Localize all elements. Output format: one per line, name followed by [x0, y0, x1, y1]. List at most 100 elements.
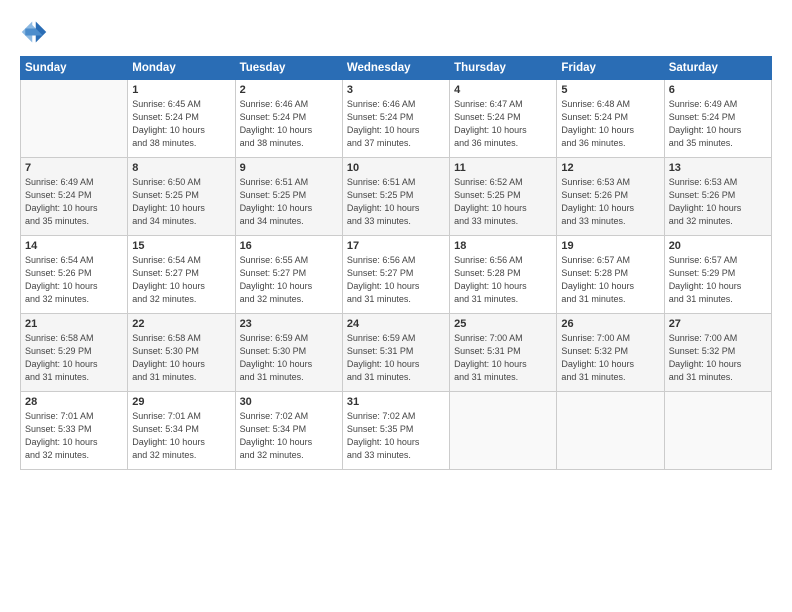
calendar-cell: 21 Sunrise: 6:58 AM Sunset: 5:29 PM Dayli… — [21, 314, 128, 392]
day-info: Sunrise: 6:54 AM Sunset: 5:27 PM Dayligh… — [132, 254, 230, 306]
week-row-3: 14 Sunrise: 6:54 AM Sunset: 5:26 PM Dayli… — [21, 236, 772, 314]
calendar-cell: 2 Sunrise: 6:46 AM Sunset: 5:24 PM Daylig… — [235, 80, 342, 158]
calendar-cell: 4 Sunrise: 6:47 AM Sunset: 5:24 PM Daylig… — [450, 80, 557, 158]
day-number: 27 — [669, 318, 767, 330]
day-number: 25 — [454, 318, 552, 330]
calendar-cell: 19Sunrise: 6:57 AM Sunset: 5:28 PM Dayli… — [557, 236, 664, 314]
calendar-cell — [21, 80, 128, 158]
week-row-1: 1 Sunrise: 6:45 AM Sunset: 5:24 PM Daylig… — [21, 80, 772, 158]
calendar-cell — [664, 392, 771, 470]
header — [20, 18, 772, 46]
day-info: Sunrise: 6:47 AM Sunset: 5:24 PM Dayligh… — [454, 98, 552, 150]
calendar-cell: 26 Sunrise: 7:00 AM Sunset: 5:32 PM Dayli… — [557, 314, 664, 392]
day-info: Sunrise: 6:55 AM Sunset: 5:27 PM Dayligh… — [240, 254, 338, 306]
day-number: 11 — [454, 162, 552, 174]
day-number: 5 — [561, 84, 659, 96]
day-info: Sunrise: 6:54 AM Sunset: 5:26 PM Dayligh… — [25, 254, 123, 306]
week-row-4: 21 Sunrise: 6:58 AM Sunset: 5:29 PM Dayli… — [21, 314, 772, 392]
day-info: Sunrise: 7:00 AM Sunset: 5:32 PM Dayligh… — [561, 332, 659, 384]
day-number: 18 — [454, 240, 552, 252]
day-info: Sunrise: 6:49 AM Sunset: 5:24 PM Dayligh… — [25, 176, 123, 228]
calendar-table: SundayMondayTuesdayWednesdayThursdayFrid… — [20, 56, 772, 470]
calendar-cell: 3Sunrise: 6:46 AM Sunset: 5:24 PM Daylig… — [342, 80, 449, 158]
day-number: 24 — [347, 318, 445, 330]
day-number: 23 — [240, 318, 338, 330]
day-info: Sunrise: 6:51 AM Sunset: 5:25 PM Dayligh… — [347, 176, 445, 228]
day-info: Sunrise: 6:51 AM Sunset: 5:25 PM Dayligh… — [240, 176, 338, 228]
calendar-cell: 1 Sunrise: 6:45 AM Sunset: 5:24 PM Daylig… — [128, 80, 235, 158]
day-info: Sunrise: 6:59 AM Sunset: 5:30 PM Dayligh… — [240, 332, 338, 384]
day-number: 30 — [240, 396, 338, 408]
weekday-header-monday: Monday — [128, 57, 235, 80]
day-number: 20 — [669, 240, 767, 252]
day-number: 7 — [25, 162, 123, 174]
calendar-cell: 5 Sunrise: 6:48 AM Sunset: 5:24 PM Daylig… — [557, 80, 664, 158]
weekday-header-thursday: Thursday — [450, 57, 557, 80]
calendar-cell — [557, 392, 664, 470]
day-number: 19 — [561, 240, 659, 252]
calendar-cell: 31 Sunrise: 7:02 AM Sunset: 5:35 PM Dayli… — [342, 392, 449, 470]
calendar-header: SundayMondayTuesdayWednesdayThursdayFrid… — [21, 57, 772, 80]
weekday-header-sunday: Sunday — [21, 57, 128, 80]
day-number: 2 — [240, 84, 338, 96]
day-info: Sunrise: 6:56 AM Sunset: 5:27 PM Dayligh… — [347, 254, 445, 306]
week-row-5: 28 Sunrise: 7:01 AM Sunset: 5:33 PM Dayli… — [21, 392, 772, 470]
page: SundayMondayTuesdayWednesdayThursdayFrid… — [0, 0, 792, 612]
calendar-cell: 25Sunrise: 7:00 AM Sunset: 5:31 PM Dayli… — [450, 314, 557, 392]
day-info: Sunrise: 6:53 AM Sunset: 5:26 PM Dayligh… — [561, 176, 659, 228]
day-info: Sunrise: 6:45 AM Sunset: 5:24 PM Dayligh… — [132, 98, 230, 150]
calendar-cell: 11 Sunrise: 6:52 AM Sunset: 5:25 PM Dayli… — [450, 158, 557, 236]
day-info: Sunrise: 6:58 AM Sunset: 5:30 PM Dayligh… — [132, 332, 230, 384]
day-info: Sunrise: 6:50 AM Sunset: 5:25 PM Dayligh… — [132, 176, 230, 228]
weekday-header-saturday: Saturday — [664, 57, 771, 80]
day-number: 12 — [561, 162, 659, 174]
weekday-header-row: SundayMondayTuesdayWednesdayThursdayFrid… — [21, 57, 772, 80]
day-info: Sunrise: 7:02 AM Sunset: 5:34 PM Dayligh… — [240, 410, 338, 462]
day-number: 8 — [132, 162, 230, 174]
day-number: 26 — [561, 318, 659, 330]
day-number: 29 — [132, 396, 230, 408]
day-number: 14 — [25, 240, 123, 252]
day-number: 4 — [454, 84, 552, 96]
day-info: Sunrise: 7:00 AM Sunset: 5:32 PM Dayligh… — [669, 332, 767, 384]
day-info: Sunrise: 6:52 AM Sunset: 5:25 PM Dayligh… — [454, 176, 552, 228]
weekday-header-wednesday: Wednesday — [342, 57, 449, 80]
logo-icon — [20, 18, 48, 46]
calendar-cell: 9Sunrise: 6:51 AM Sunset: 5:25 PM Daylig… — [235, 158, 342, 236]
day-number: 3 — [347, 84, 445, 96]
day-number: 21 — [25, 318, 123, 330]
day-number: 1 — [132, 84, 230, 96]
calendar-cell: 8 Sunrise: 6:50 AM Sunset: 5:25 PM Daylig… — [128, 158, 235, 236]
calendar-cell: 24Sunrise: 6:59 AM Sunset: 5:31 PM Dayli… — [342, 314, 449, 392]
calendar-cell: 17Sunrise: 6:56 AM Sunset: 5:27 PM Dayli… — [342, 236, 449, 314]
day-number: 15 — [132, 240, 230, 252]
calendar-cell: 20 Sunrise: 6:57 AM Sunset: 5:29 PM Dayli… — [664, 236, 771, 314]
day-info: Sunrise: 6:48 AM Sunset: 5:24 PM Dayligh… — [561, 98, 659, 150]
day-info: Sunrise: 6:57 AM Sunset: 5:29 PM Dayligh… — [669, 254, 767, 306]
calendar-body: 1 Sunrise: 6:45 AM Sunset: 5:24 PM Daylig… — [21, 80, 772, 470]
day-number: 13 — [669, 162, 767, 174]
day-info: Sunrise: 7:01 AM Sunset: 5:34 PM Dayligh… — [132, 410, 230, 462]
day-info: Sunrise: 7:02 AM Sunset: 5:35 PM Dayligh… — [347, 410, 445, 462]
calendar-cell: 7 Sunrise: 6:49 AM Sunset: 5:24 PM Daylig… — [21, 158, 128, 236]
day-number: 28 — [25, 396, 123, 408]
week-row-2: 7 Sunrise: 6:49 AM Sunset: 5:24 PM Daylig… — [21, 158, 772, 236]
weekday-header-friday: Friday — [557, 57, 664, 80]
day-info: Sunrise: 7:01 AM Sunset: 5:33 PM Dayligh… — [25, 410, 123, 462]
day-number: 22 — [132, 318, 230, 330]
day-info: Sunrise: 6:53 AM Sunset: 5:26 PM Dayligh… — [669, 176, 767, 228]
calendar-cell: 18Sunrise: 6:56 AM Sunset: 5:28 PM Dayli… — [450, 236, 557, 314]
day-info: Sunrise: 6:58 AM Sunset: 5:29 PM Dayligh… — [25, 332, 123, 384]
calendar-cell: 14 Sunrise: 6:54 AM Sunset: 5:26 PM Dayli… — [21, 236, 128, 314]
calendar-cell: 13 Sunrise: 6:53 AM Sunset: 5:26 PM Dayli… — [664, 158, 771, 236]
weekday-header-tuesday: Tuesday — [235, 57, 342, 80]
day-number: 31 — [347, 396, 445, 408]
calendar-cell: 27 Sunrise: 7:00 AM Sunset: 5:32 PM Dayli… — [664, 314, 771, 392]
calendar-cell: 15 Sunrise: 6:54 AM Sunset: 5:27 PM Dayli… — [128, 236, 235, 314]
calendar-cell: 30 Sunrise: 7:02 AM Sunset: 5:34 PM Dayli… — [235, 392, 342, 470]
calendar-cell: 22 Sunrise: 6:58 AM Sunset: 5:30 PM Dayli… — [128, 314, 235, 392]
calendar-cell: 28 Sunrise: 7:01 AM Sunset: 5:33 PM Dayli… — [21, 392, 128, 470]
logo — [20, 18, 52, 46]
day-info: Sunrise: 6:46 AM Sunset: 5:24 PM Dayligh… — [240, 98, 338, 150]
calendar-cell: 6Sunrise: 6:49 AM Sunset: 5:24 PM Daylig… — [664, 80, 771, 158]
